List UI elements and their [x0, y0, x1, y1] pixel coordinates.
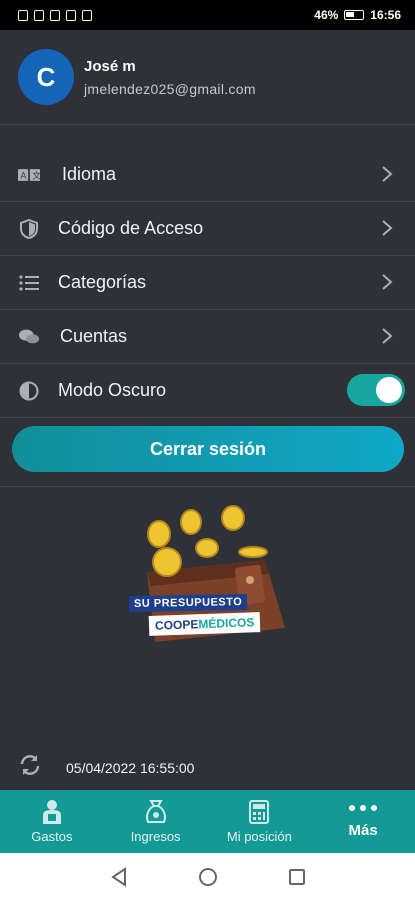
chevron-right-icon [382, 328, 393, 344]
bluetooth-icon [66, 9, 76, 21]
svg-text:A: A [21, 170, 27, 180]
sync-icon[interactable] [18, 753, 42, 782]
user-email: jmelendez025@gmail.com [84, 80, 256, 97]
coopemedicos-logo: COOPEMÉDICOS [148, 612, 261, 636]
tab-label: Mi posición [226, 829, 292, 844]
mute-icon [82, 9, 92, 21]
settings-menu: A文 Idioma Código de Acceso Categorías Cu… [0, 148, 415, 418]
user-name: José m [84, 57, 136, 75]
tab-gastos[interactable]: Gastos [0, 790, 104, 853]
calculator-icon [249, 800, 270, 824]
chevron-right-icon [382, 220, 393, 236]
money-bag-icon [145, 800, 166, 823]
home-icon[interactable] [198, 867, 218, 887]
profile-header: C José m jmelendez025@gmail.com [0, 30, 415, 124]
wifi-call-icon [34, 9, 44, 21]
menu-item-cuentas[interactable]: Cuentas [0, 310, 415, 364]
language-icon: A文 [18, 165, 40, 185]
tab-mas[interactable]: Más [311, 790, 415, 853]
tab-label: Gastos [31, 829, 73, 844]
budget-illustration: SU PRESUPUESTO COOPEMÉDICOS [125, 500, 295, 650]
status-bar: 46% 16:56 [0, 0, 415, 30]
avatar: C [18, 49, 74, 105]
chat-bubbles-icon [18, 327, 40, 347]
tab-mi-posicion[interactable]: Mi posición [208, 790, 312, 853]
logout-button[interactable]: Cerrar sesión [12, 426, 404, 472]
dark-mode-toggle[interactable] [347, 374, 405, 406]
more-dots-icon [349, 805, 378, 811]
menu-item-label: Cuentas [60, 326, 128, 346]
clock: 16:56 [370, 8, 401, 22]
notification-icon [18, 9, 28, 21]
back-icon[interactable] [110, 866, 128, 887]
person-expense-icon [42, 800, 61, 824]
sync-row: 05/04/2022 16:55:00 [18, 753, 194, 782]
menu-item-modo-oscuro: Modo Oscuro [0, 364, 415, 418]
tab-ingresos[interactable]: Ingresos [104, 790, 208, 853]
system-nav-bar [0, 853, 415, 900]
divider [0, 124, 415, 125]
divider [0, 486, 415, 487]
tab-label: Más [348, 822, 378, 839]
bottom-tab-bar: Gastos Ingresos Mi posición Más [0, 790, 415, 853]
menu-item-categorias[interactable]: Categorías [0, 256, 415, 310]
menu-item-label: Código de Acceso [58, 218, 204, 238]
list-icon [18, 273, 40, 293]
toggle-knob [376, 377, 402, 403]
menu-item-label: Categorías [58, 272, 147, 292]
tab-label: Ingresos [130, 829, 181, 844]
contrast-icon [18, 381, 40, 401]
status-icons-left [18, 9, 92, 21]
battery-percent: 46% [314, 8, 339, 22]
shield-icon [18, 218, 40, 239]
chevron-right-icon [382, 274, 393, 290]
nfc-icon [50, 9, 60, 21]
menu-item-idioma[interactable]: A文 Idioma [0, 148, 415, 202]
last-sync-timestamp: 05/04/2022 16:55:00 [66, 759, 195, 776]
illustration-banner: SU PRESUPUESTO [128, 593, 248, 613]
chevron-right-icon [382, 166, 393, 182]
menu-item-label: Modo Oscuro [58, 380, 167, 400]
logo-text-coope: COOPE [154, 617, 199, 633]
battery-icon [344, 10, 365, 20]
menu-item-label: Idioma [62, 164, 117, 184]
logo-text-medicos: MÉDICOS [198, 615, 255, 632]
menu-item-codigo-acceso[interactable]: Código de Acceso [0, 202, 415, 256]
recents-icon[interactable] [288, 868, 306, 886]
svg-text:文: 文 [32, 170, 40, 180]
